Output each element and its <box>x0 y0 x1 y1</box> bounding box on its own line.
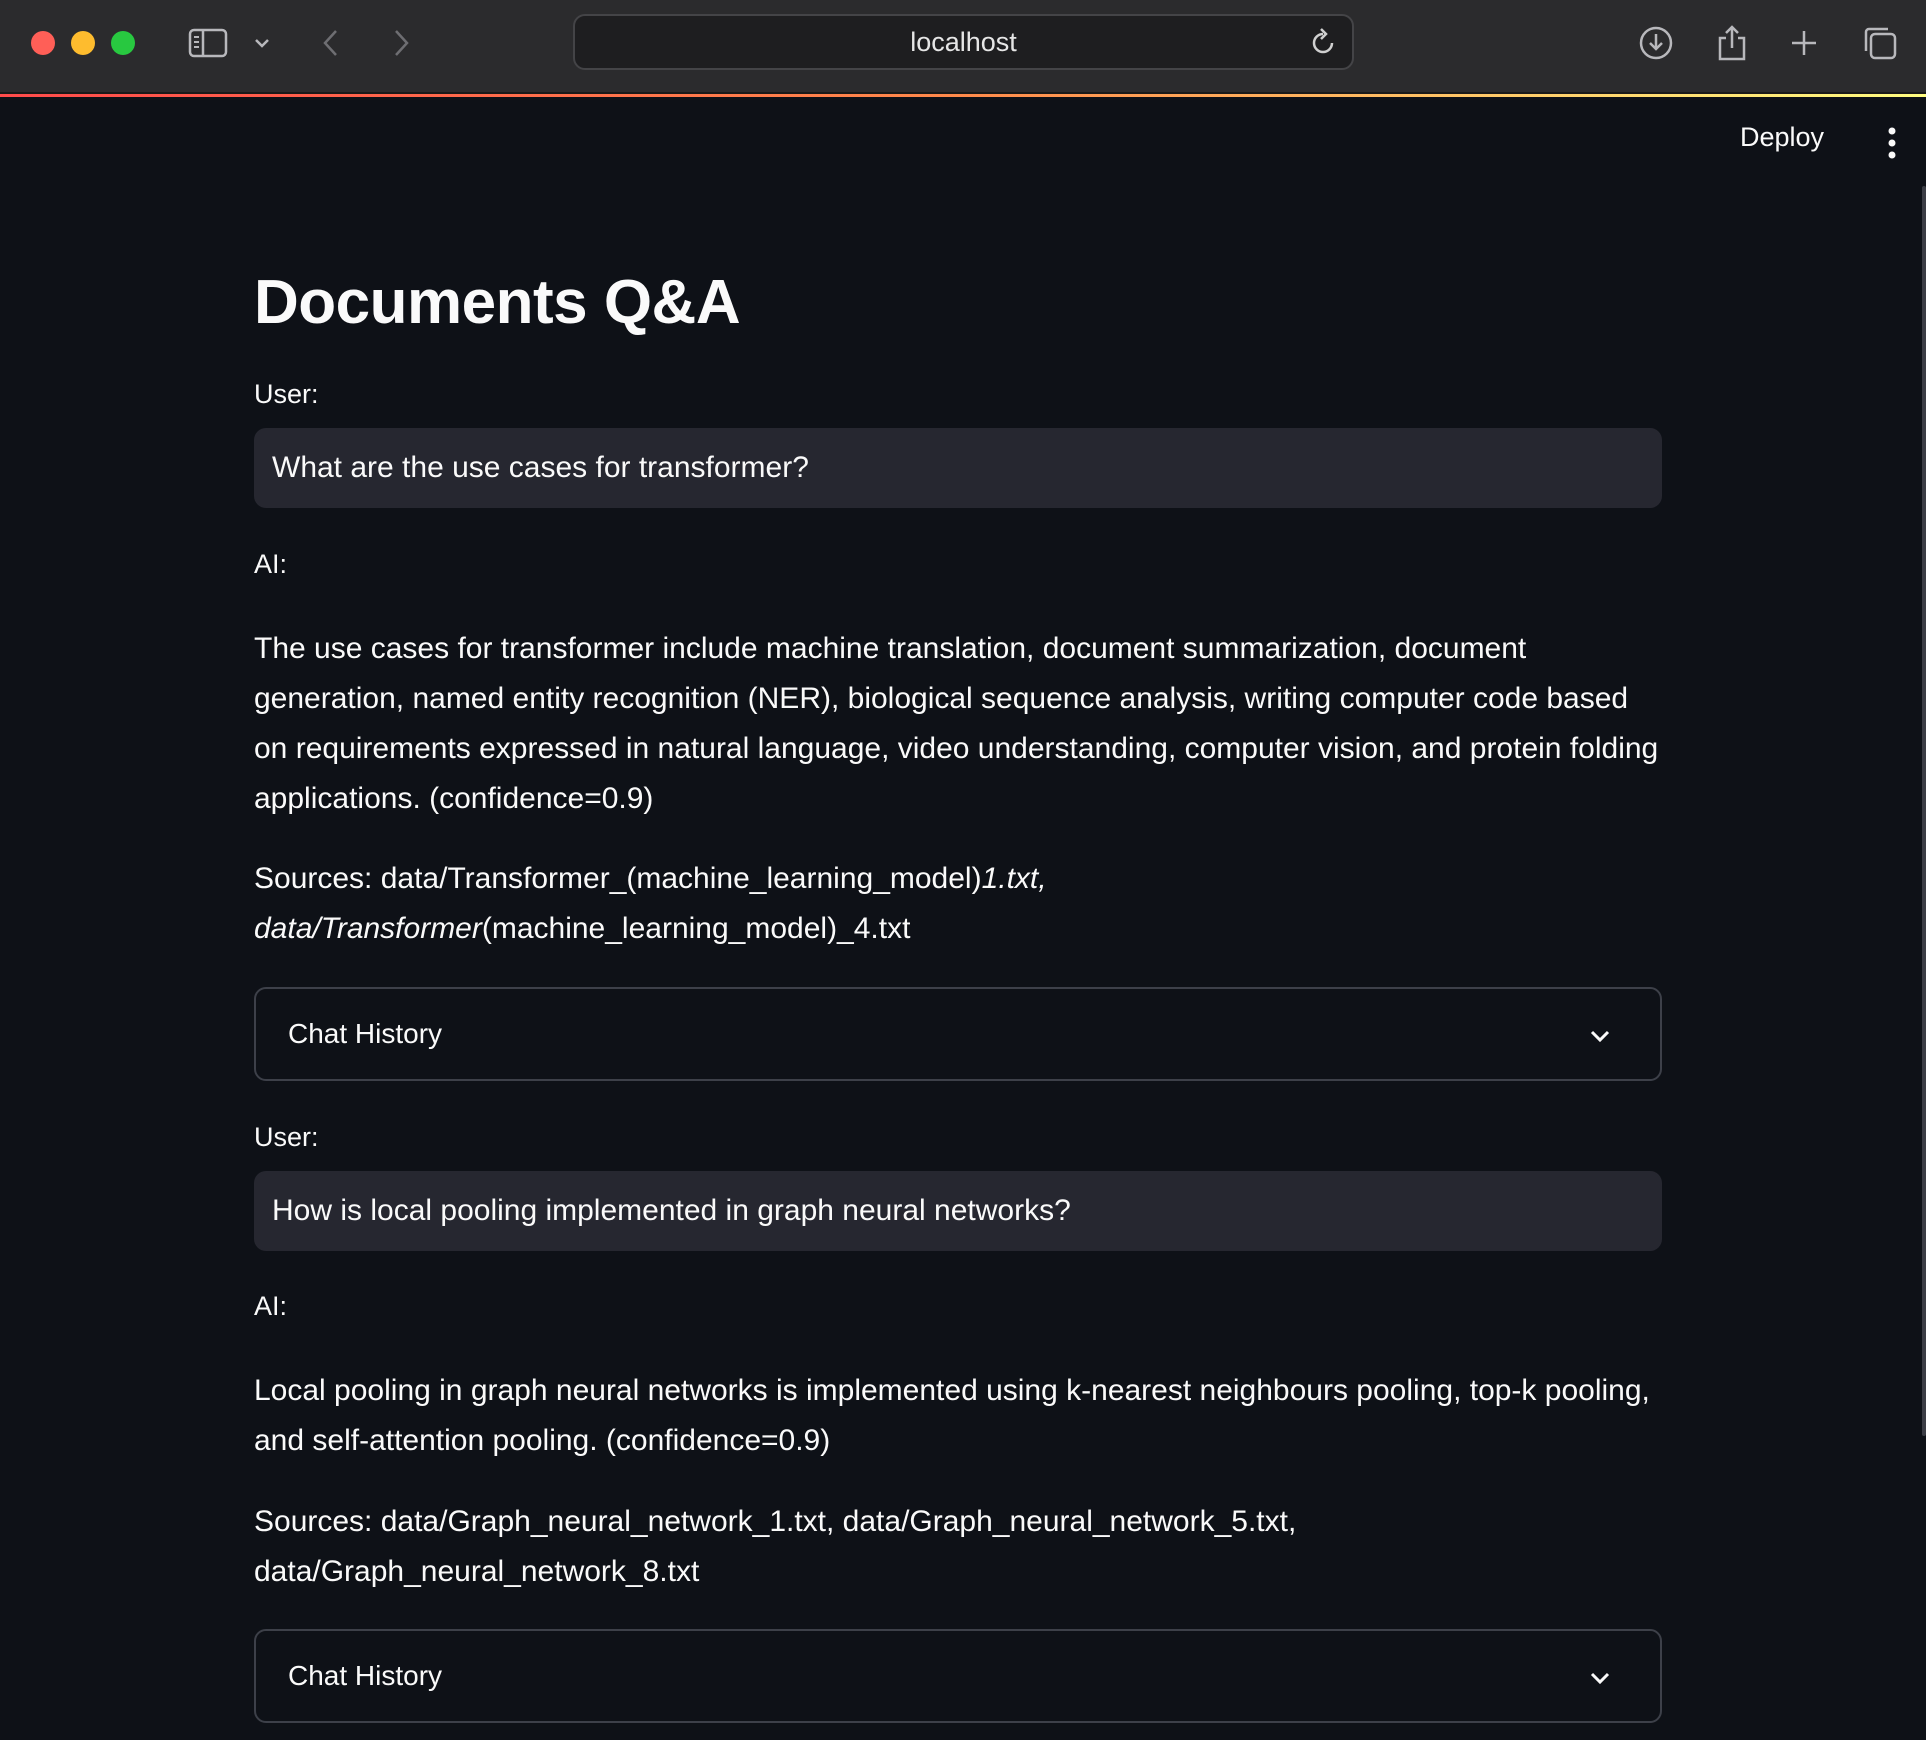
address-bar[interactable]: localhost <box>573 14 1354 70</box>
more-options-icon[interactable] <box>1880 126 1904 160</box>
user-label: User: <box>254 379 319 409</box>
close-window-button[interactable] <box>31 31 55 55</box>
sources-line: Sources: data/Transformer_(machine_learn… <box>254 862 982 895</box>
user-question-text: What are the use cases for transformer? <box>272 451 809 484</box>
new-tab-icon[interactable] <box>1784 22 1824 64</box>
user-question-field: How is local pooling implemented in grap… <box>254 1171 1662 1251</box>
chat-history-expander[interactable]: Chat History <box>254 1629 1662 1723</box>
deploy-button[interactable]: Deploy <box>1740 122 1824 153</box>
chat-history-label: Chat History <box>288 1660 443 1691</box>
minimize-window-button[interactable] <box>71 31 95 55</box>
chevron-down-icon <box>1590 1672 1610 1685</box>
tab-overview-icon[interactable] <box>1860 22 1900 64</box>
share-icon[interactable] <box>1712 22 1752 64</box>
sources-text: Sources: data/Graph_neural_network_1.txt… <box>254 1497 1662 1597</box>
ai-answer-text: Local pooling in graph neural networks i… <box>254 1374 1650 1457</box>
scrollbar[interactable] <box>1922 186 1926 1436</box>
user-label: User: <box>254 1122 319 1152</box>
sources-text: Sources: data/Transformer_(machine_learn… <box>254 854 1662 954</box>
maximize-window-button[interactable] <box>111 31 135 55</box>
page-title: Documents Q&A <box>254 268 741 337</box>
url-text: localhost <box>910 26 1017 57</box>
sources-line: Sources: data/Graph_neural_network_1.txt… <box>254 1505 1297 1538</box>
sources-italic-fragment: data/Transformer <box>254 912 482 945</box>
sources-line: (machine_learning_model)_4.txt <box>481 912 911 945</box>
forward-arrow-icon[interactable] <box>386 22 416 64</box>
app-header <box>0 97 1926 187</box>
chat-history-label: Chat History <box>288 1018 443 1049</box>
user-question-field: What are the use cases for transformer? <box>254 428 1662 508</box>
ai-label: AI: <box>254 1291 288 1321</box>
chat-history-expander[interactable]: Chat History <box>254 987 1662 1081</box>
browser-toolbar: localhost <box>0 0 1926 94</box>
back-arrow-icon[interactable] <box>316 22 346 64</box>
ai-label: AI: <box>254 549 288 579</box>
user-question-text: How is local pooling implemented in grap… <box>272 1194 1071 1227</box>
download-icon[interactable] <box>1636 22 1676 64</box>
chevron-down-icon[interactable] <box>250 22 274 64</box>
sources-italic-fragment: 1.txt, <box>981 862 1047 895</box>
chevron-down-icon <box>1590 1030 1610 1043</box>
sidebar-toggle-icon[interactable] <box>186 22 230 64</box>
ai-answer-text: The use cases for transformer include ma… <box>254 632 1659 815</box>
reload-icon[interactable] <box>1308 28 1338 58</box>
sources-line: data/Graph_neural_network_8.txt <box>254 1555 700 1588</box>
